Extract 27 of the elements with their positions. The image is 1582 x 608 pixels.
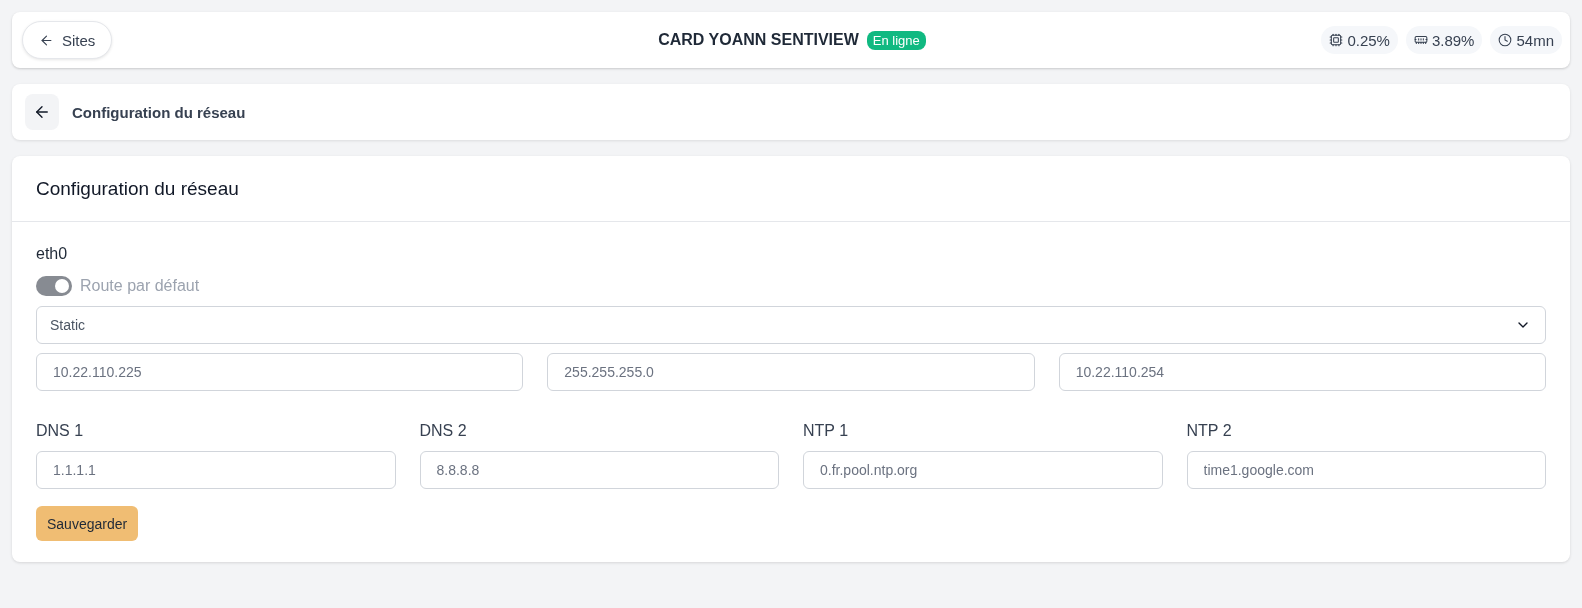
back-button[interactable]: Sites: [22, 21, 113, 59]
toggle-label: Route par défaut: [80, 277, 200, 295]
field-label: DNS 1: [36, 421, 85, 441]
memory-stick-icon: [1413, 33, 1428, 47]
input-field[interactable]: 10.22.110.225: [36, 353, 524, 391]
stat-value: 3.89%: [1431, 31, 1475, 49]
input-field[interactable]: 8.8.8.8: [419, 451, 779, 489]
field-label: DNS 2: [419, 421, 468, 441]
status-badge: En ligne: [866, 30, 926, 50]
field-label: NTP 2: [1186, 421, 1233, 441]
chip-icon: [1329, 33, 1344, 47]
clock-icon: [1498, 33, 1513, 47]
input-field[interactable]: 255.255.255.0: [547, 353, 1035, 391]
input-field[interactable]: 1.1.1.1: [36, 451, 396, 489]
input-field[interactable]: time1.google.com: [1186, 451, 1546, 489]
input-field[interactable]: 0.fr.pool.ntp.org: [803, 451, 1163, 489]
stat-value: 0.25%: [1347, 31, 1390, 49]
field-label: NTP 1: [803, 421, 850, 441]
device-title: CARD YOANN SENTIVIEW: [658, 31, 859, 49]
page-title: Configuration du réseau: [72, 103, 246, 121]
mode-select[interactable]: Static: [36, 306, 1546, 344]
back-button[interactable]: [25, 94, 59, 130]
input-field[interactable]: 10.22.110.254: [1058, 353, 1546, 391]
card-title: Configuration du réseau: [36, 177, 239, 200]
interface-name: eth0: [36, 244, 69, 264]
stat-value: 54mn: [1516, 31, 1554, 49]
save-button[interactable]: Sauvegarder: [36, 506, 139, 541]
